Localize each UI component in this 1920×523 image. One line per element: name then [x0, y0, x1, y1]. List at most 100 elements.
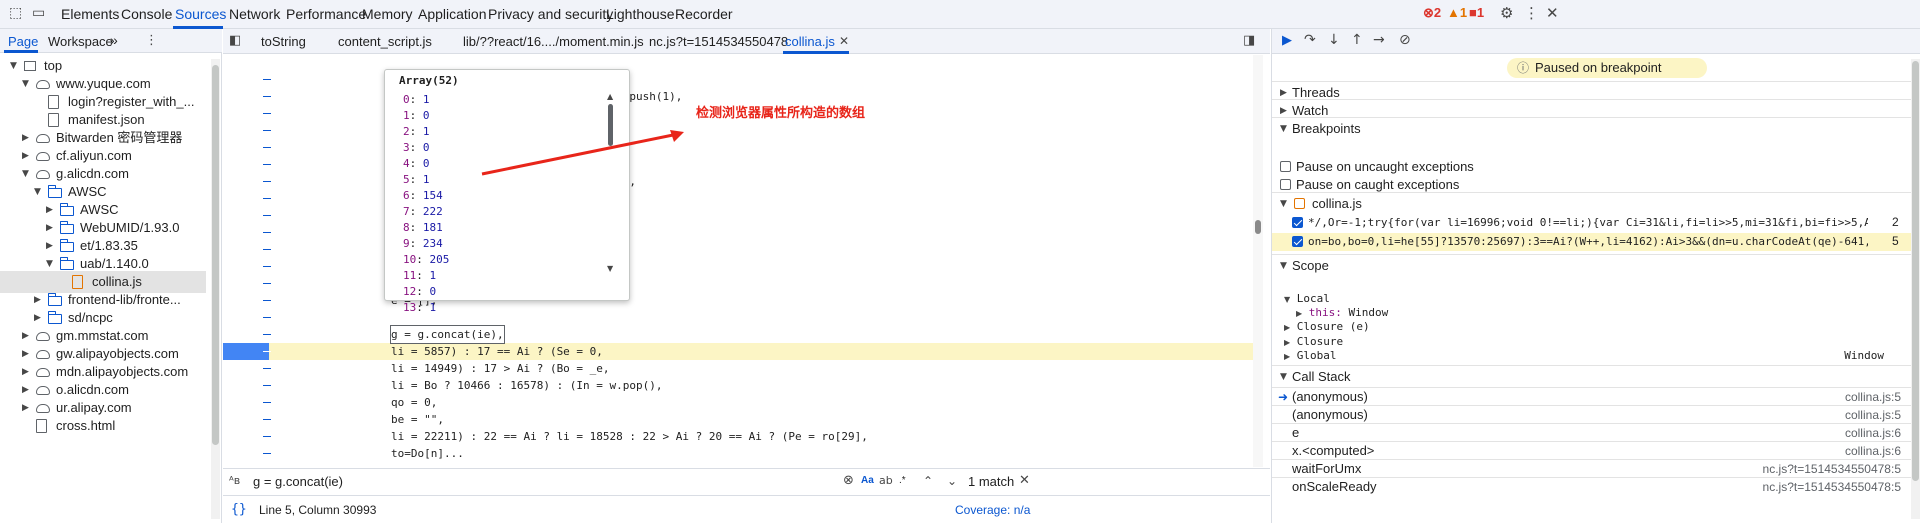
- error-badge[interactable]: ⊗2: [1423, 5, 1441, 21]
- frame-location[interactable]: collina.js:5: [1845, 406, 1901, 424]
- code-line[interactable]: li = 22211) : 22 == Ai ? li = 18528 : 22…: [391, 428, 868, 445]
- tab-application[interactable]: Application: [418, 6, 487, 22]
- file-tab-ncjs[interactable]: nc.js?t=1514534550478: [649, 34, 788, 49]
- pause-uncaught-checkbox[interactable]: [1280, 161, 1291, 172]
- breakpoint-row[interactable]: */,Or=-1;try{for(var li=16996;void 0!==l…: [1272, 214, 1920, 232]
- callstack-frame[interactable]: waitForUmx nc.js?t=1514534550478:5: [1272, 459, 1920, 477]
- format-icon[interactable]: {}: [231, 502, 247, 517]
- code-line[interactable]: qo = 0,: [391, 394, 437, 411]
- breakpoints-section[interactable]: ▼ Breakpoints: [1272, 117, 1920, 139]
- gutter-mark[interactable]: [263, 198, 271, 199]
- file-tab-content-script[interactable]: content_script.js: [338, 34, 432, 49]
- gutter-mark[interactable]: [263, 300, 271, 301]
- tab-sources[interactable]: Sources: [175, 6, 226, 22]
- whole-word-icon[interactable]: ab: [879, 474, 893, 487]
- step-icon[interactable]: →: [1373, 32, 1385, 48]
- array-item[interactable]: 7: 222: [403, 204, 443, 220]
- scope-local[interactable]: ▼ Local: [1284, 292, 1330, 305]
- frame-location[interactable]: nc.js?t=1514534550478:5: [1763, 478, 1901, 496]
- array-item[interactable]: 9: 234: [403, 236, 443, 252]
- gutter-mark[interactable]: [263, 402, 271, 403]
- code-line[interactable]: li = 5857) : 17 == Ai ? (Se = 0,: [391, 343, 603, 360]
- frame-location[interactable]: collina.js:6: [1845, 424, 1901, 442]
- gutter-mark[interactable]: [263, 232, 271, 233]
- file-tab-tostring[interactable]: toString: [261, 34, 306, 49]
- gutter-mark[interactable]: [263, 79, 271, 80]
- next-match-icon[interactable]: ⌄: [947, 474, 957, 488]
- tab-elements[interactable]: Elements: [61, 6, 119, 22]
- tab-privacy[interactable]: Privacy and security: [488, 6, 613, 22]
- more-options-icon[interactable]: ⋮: [145, 33, 158, 48]
- step-over-icon[interactable]: ↷: [1304, 32, 1316, 48]
- callstack-frame[interactable]: onScaleReady nc.js?t=1514534550478:5: [1272, 477, 1920, 495]
- tab-lighthouse[interactable]: Lighthouse: [606, 6, 675, 22]
- callstack-frame[interactable]: ➜ (anonymous) collina.js:5: [1272, 387, 1920, 405]
- gutter-mark[interactable]: [263, 147, 271, 148]
- breakpoint-checkbox[interactable]: [1292, 236, 1303, 247]
- gutter-mark[interactable]: [263, 283, 271, 284]
- device-toolbar-icon[interactable]: ▭: [32, 5, 45, 21]
- array-item[interactable]: 8: 181: [403, 220, 443, 236]
- prev-match-icon[interactable]: ⌃: [923, 474, 933, 488]
- warning-badge[interactable]: ▲1: [1447, 5, 1467, 20]
- resume-icon[interactable]: ▶: [1282, 33, 1292, 48]
- scroll-down-icon[interactable]: ▼: [607, 264, 613, 273]
- breakpoint-row-active[interactable]: on=bo,bo=0,li=he[55]?13570:25697):3==Ai?…: [1272, 233, 1920, 251]
- array-item[interactable]: 13: 1: [403, 300, 436, 316]
- close-icon[interactable]: ✕: [1546, 4, 1559, 22]
- gutter-mark[interactable]: [263, 130, 271, 131]
- issues-badge[interactable]: ■1: [1469, 5, 1484, 20]
- gutter-mark[interactable]: [263, 351, 271, 352]
- tab-page[interactable]: Page: [8, 34, 38, 49]
- array-item[interactable]: 0: 1: [403, 92, 430, 108]
- breakpoint-checkbox[interactable]: [1292, 217, 1303, 228]
- tab-console[interactable]: Console: [121, 6, 172, 22]
- gutter-mark[interactable]: [263, 164, 271, 165]
- code-line[interactable]: li = Bo ? 10466 : 16578) : (In = w.pop()…: [391, 377, 663, 394]
- code-line[interactable]: be = "",: [391, 411, 444, 428]
- tab-recorder[interactable]: Recorder: [675, 6, 733, 22]
- match-case-button[interactable]: Aa: [861, 475, 874, 486]
- step-out-icon[interactable]: ↑: [1351, 32, 1363, 48]
- code-scrollbar[interactable]: [1253, 55, 1263, 467]
- search-input[interactable]: g = g.concat(ie): [253, 474, 343, 489]
- regex-button[interactable]: .*: [899, 475, 906, 486]
- gutter-mark[interactable]: [263, 96, 271, 97]
- callstack-frame[interactable]: x.<computed> collina.js:6: [1272, 441, 1920, 459]
- array-item[interactable]: 4: 0: [403, 156, 430, 172]
- gutter-mark[interactable]: [263, 368, 271, 369]
- code-line[interactable]: li = 14949) : 17 > Ai ? (Bo = _e,: [391, 360, 610, 377]
- more-options-icon[interactable]: ⋮: [1524, 4, 1539, 22]
- debugger-scrollbar[interactable]: [1911, 59, 1920, 519]
- array-item[interactable]: 2: 1: [403, 124, 430, 140]
- file-tab-collina[interactable]: collina.js: [785, 34, 835, 49]
- scroll-up-icon[interactable]: ▲: [607, 92, 613, 101]
- toggle-navigator-icon[interactable]: ◧: [229, 33, 241, 48]
- step-into-icon[interactable]: ↓: [1328, 32, 1340, 48]
- gutter-mark[interactable]: [263, 266, 271, 267]
- gutter-mark[interactable]: [263, 317, 271, 318]
- array-item[interactable]: 10: 205: [403, 252, 449, 268]
- gutter-mark[interactable]: [263, 249, 271, 250]
- tab-memory[interactable]: Memory: [362, 6, 413, 22]
- callstack-frame[interactable]: e collina.js:6: [1272, 423, 1920, 441]
- array-item[interactable]: 1: 0: [403, 108, 430, 124]
- scope-this[interactable]: ▶ this: Window: [1296, 306, 1388, 319]
- gutter-mark[interactable]: [263, 385, 271, 386]
- tab-performance[interactable]: Performance: [286, 6, 366, 22]
- tree-scrollbar-thumb[interactable]: [212, 65, 219, 445]
- callstack-section[interactable]: ▼ Call Stack: [1272, 365, 1920, 387]
- scope-section[interactable]: ▼ Scope: [1272, 254, 1920, 276]
- frame-location[interactable]: collina.js:5: [1845, 388, 1901, 406]
- tab-workspace[interactable]: Workspace: [48, 34, 113, 49]
- close-search-icon[interactable]: ✕: [1019, 473, 1030, 488]
- tab-network[interactable]: Network: [229, 6, 280, 22]
- pause-caught-checkbox[interactable]: [1280, 179, 1291, 190]
- close-tab-icon[interactable]: ✕: [839, 34, 849, 48]
- more-tabs-button[interactable]: »: [110, 32, 118, 48]
- replace-toggle-icon[interactable]: ᴬʙ: [229, 474, 240, 487]
- file-tab-moment[interactable]: lib/??react/16..../moment.min.js: [463, 34, 644, 49]
- tree-item[interactable]: cross.html: [0, 415, 206, 437]
- scope-global[interactable]: ▶ Global Window: [1284, 349, 1884, 362]
- deactivate-breakpoints-icon[interactable]: ⊘: [1399, 32, 1411, 48]
